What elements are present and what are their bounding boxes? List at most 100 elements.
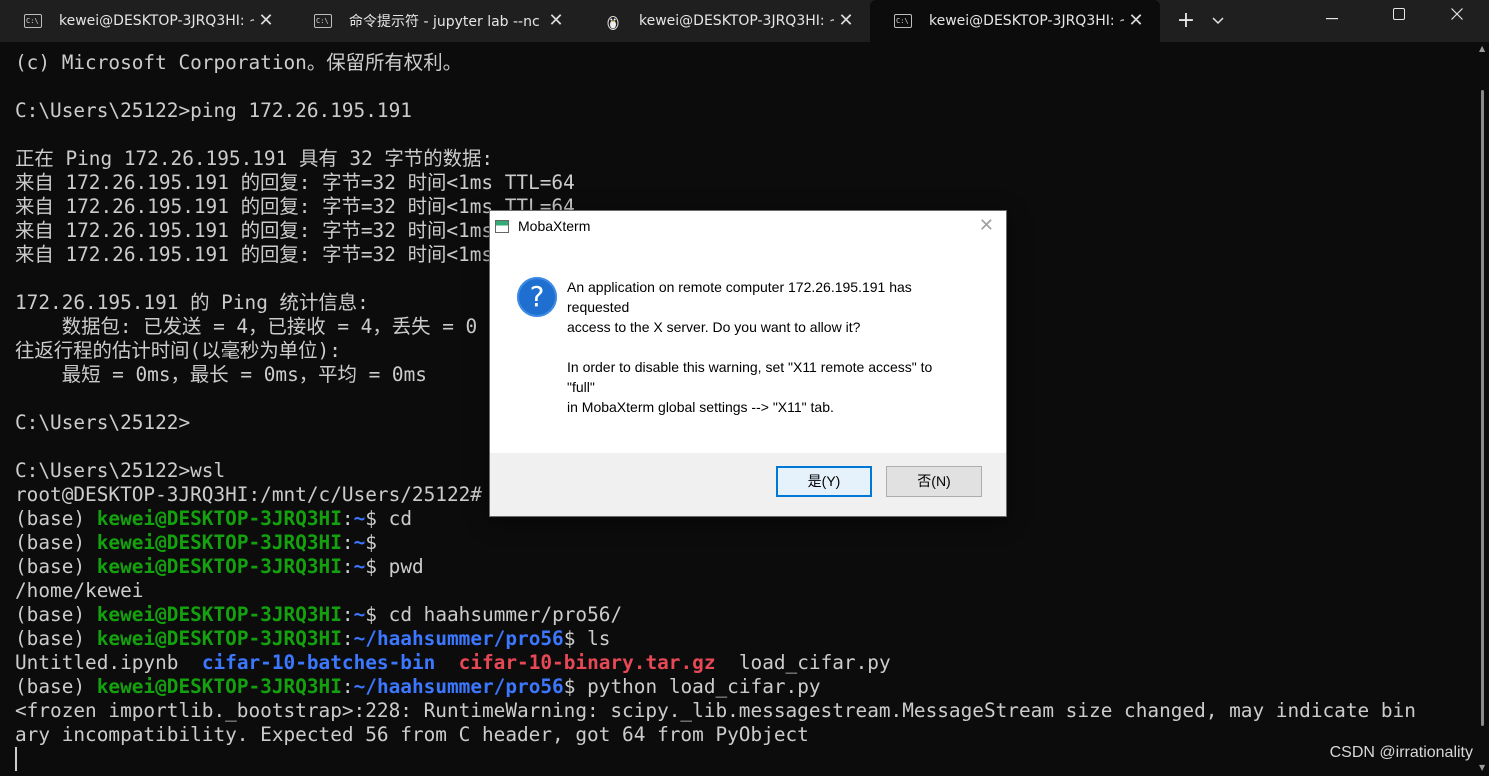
prompt-path: ~	[353, 531, 366, 554]
prompt-sep: :	[341, 555, 354, 578]
prompt-path: ~	[353, 603, 366, 626]
message-line: "full"	[567, 379, 595, 395]
tux-icon	[604, 14, 622, 30]
prompt-sep: :	[341, 603, 354, 626]
archive-entry: cifar-10-binary.tar.gz	[458, 651, 716, 674]
message-line: An application on remote computer 172.26…	[567, 279, 912, 295]
yes-button[interactable]: 是(Y)	[776, 466, 872, 497]
prompt-sep: :	[341, 627, 354, 650]
terminal-line	[15, 747, 1416, 771]
scrollbar[interactable]: ▲ ▼	[1476, 42, 1489, 776]
message-line: access to the X server. Do you want to a…	[567, 319, 861, 335]
terminal-line: 正在 Ping 172.26.195.191 具有 32 字节的数据:	[15, 147, 494, 170]
prompt-dollar: $	[365, 507, 389, 530]
tab-label: 命令提示符 - jupyter lab --nc	[349, 14, 540, 30]
tab-close-button[interactable]: ✕	[836, 11, 856, 31]
tab-close-button[interactable]: ✕	[546, 11, 566, 31]
file-entry: Untitled.ipynb	[15, 651, 179, 674]
terminal-line: C:\Users\25122>ping 172.26.195.191	[15, 99, 412, 122]
tab-close-button[interactable]: ✕	[1126, 11, 1146, 31]
dialog-title: MobaXterm	[518, 218, 591, 234]
terminal-line: /home/kewei	[15, 579, 144, 602]
message-line: in MobaXterm global settings --> "X11" t…	[567, 399, 834, 415]
prompt-env: (base)	[15, 603, 97, 626]
terminal-line: (base) kewei@DESKTOP-3JRQ3HI:~$	[15, 531, 1416, 555]
prompt-host: kewei@DESKTOP-3JRQ3HI	[96, 531, 342, 554]
minimize-button[interactable]	[1309, 0, 1355, 30]
tab-4-active[interactable]: C:\ kewei@DESKTOP-3JRQ3HI: ~ ✕	[870, 0, 1160, 42]
terminal-line: (base) kewei@DESKTOP-3JRQ3HI:~$ pwd	[15, 555, 1416, 579]
cmd-icon: C:\	[24, 14, 42, 28]
tab-label: kewei@DESKTOP-3JRQ3HI: ~	[59, 13, 254, 29]
prompt-dollar: $	[563, 675, 588, 698]
terminal-line: 来自 172.26.195.191 的回复: 字节=32 时间<1ms TTL=…	[15, 171, 575, 194]
mobaxterm-icon	[495, 219, 509, 233]
scroll-up-icon[interactable]: ▲	[1479, 44, 1485, 53]
close-icon[interactable]: ✕	[979, 215, 994, 236]
dialog-body: ? An application on remote computer 172.…	[490, 241, 1006, 453]
question-icon: ?	[517, 277, 557, 317]
tab-close-button[interactable]: ✕	[256, 11, 276, 31]
text-cursor	[15, 747, 17, 771]
watermark: CSDN @irrationality	[1329, 744, 1473, 761]
prompt-env: (base)	[15, 507, 97, 530]
prompt-host: kewei@DESKTOP-3JRQ3HI	[96, 507, 342, 530]
prompt-dollar: $	[365, 555, 389, 578]
command: pwd	[388, 555, 424, 578]
prompt-sep: :	[341, 531, 354, 554]
close-window-button[interactable]	[1434, 0, 1480, 30]
tab-3[interactable]: kewei@DESKTOP-3JRQ3HI: ~ ✕	[580, 0, 870, 42]
prompt-env: (base)	[15, 555, 97, 578]
dialog-footer: 是(Y) 否(N)	[490, 453, 1006, 516]
message-spacer	[567, 337, 977, 357]
tab-label: kewei@DESKTOP-3JRQ3HI: ~	[929, 13, 1124, 29]
prompt-host: kewei@DESKTOP-3JRQ3HI	[96, 675, 342, 698]
tab-label: kewei@DESKTOP-3JRQ3HI: ~	[639, 13, 834, 29]
cmd-icon: C:\	[314, 14, 332, 28]
prompt-dollar: $	[365, 531, 389, 554]
prompt-dollar: $	[365, 603, 389, 626]
message-line: In order to disable this warning, set "X…	[567, 359, 933, 375]
new-tab-button[interactable]: +	[1168, 0, 1204, 42]
terminal-line: (base) kewei@DESKTOP-3JRQ3HI:~$ cd haahs…	[15, 603, 1416, 627]
command: python load_cifar.py	[587, 675, 821, 698]
prompt-path: ~/haahsummer/pro56	[353, 627, 564, 650]
terminal-line: (base) kewei@DESKTOP-3JRQ3HI:~/haahsumme…	[15, 675, 1416, 699]
prompt-path: ~	[353, 555, 366, 578]
tab-2[interactable]: C:\ 命令提示符 - jupyter lab --nc ✕	[290, 0, 580, 42]
prompt-host: kewei@DESKTOP-3JRQ3HI	[96, 627, 342, 650]
prompt-env: (base)	[15, 675, 97, 698]
maximize-button[interactable]	[1376, 0, 1422, 30]
cmd-icon: C:\	[894, 14, 912, 28]
dialog-titlebar[interactable]: MobaXterm ✕	[490, 211, 1006, 241]
prompt-sep: :	[341, 507, 354, 530]
terminal-line: <frozen importlib._bootstrap>:228: Runti…	[15, 699, 1416, 722]
dir-entry: cifar-10-batches-bin	[201, 651, 436, 674]
prompt-sep: :	[341, 675, 354, 698]
terminal-line: (c) Microsoft Corporation。保留所有权利。	[15, 51, 462, 74]
file-entry: load_cifar.py	[738, 651, 891, 674]
dialog-message: An application on remote computer 172.26…	[567, 277, 977, 417]
x11-access-dialog: MobaXterm ✕ ? An application on remote c…	[489, 210, 1007, 517]
command: cd	[388, 507, 412, 530]
prompt-path: ~/haahsummer/pro56	[353, 675, 564, 698]
terminal-line: ary incompatibility. Expected 56 from C …	[15, 723, 809, 746]
terminal-window: C:\ kewei@DESKTOP-3JRQ3HI: ~ ✕ C:\ 命令提示符…	[0, 0, 1489, 776]
prompt-env: (base)	[15, 627, 97, 650]
prompt-host: kewei@DESKTOP-3JRQ3HI	[96, 555, 342, 578]
chevron-down-icon[interactable]	[1204, 0, 1232, 42]
no-button[interactable]: 否(N)	[886, 466, 982, 497]
terminal-line: (base) kewei@DESKTOP-3JRQ3HI:~/haahsumme…	[15, 627, 1416, 651]
scroll-thumb[interactable]	[1481, 90, 1484, 726]
scroll-down-icon[interactable]: ▼	[1479, 763, 1485, 772]
command: ls	[587, 627, 611, 650]
message-line: requested	[567, 299, 630, 315]
prompt-path: ~	[353, 507, 366, 530]
prompt-dollar: $	[563, 627, 588, 650]
tab-1[interactable]: C:\ kewei@DESKTOP-3JRQ3HI: ~ ✕	[0, 0, 290, 42]
ls-output: Untitled.ipynb cifar-10-batches-bin cifa…	[15, 651, 1416, 675]
prompt-env: (base)	[15, 531, 97, 554]
tab-bar: C:\ kewei@DESKTOP-3JRQ3HI: ~ ✕ C:\ 命令提示符…	[0, 0, 1489, 42]
